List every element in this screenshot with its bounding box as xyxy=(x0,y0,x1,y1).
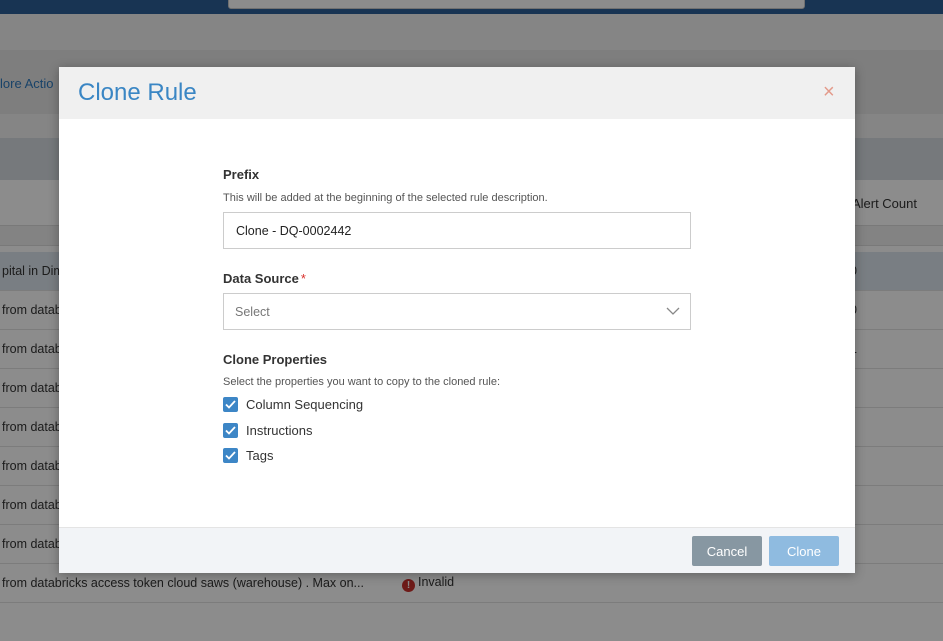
instructions-checkbox[interactable] xyxy=(223,422,238,438)
checkmark-icon xyxy=(225,400,236,409)
data-source-label: Data Source * xyxy=(223,271,691,286)
clone-rule-dialog: Clone Rule × Prefix This will be added a… xyxy=(59,67,855,573)
checkmark-icon xyxy=(225,425,236,435)
prefix-hint: This will be added at the beginning of t… xyxy=(223,192,548,204)
clone-button[interactable]: Clone xyxy=(769,536,839,566)
checkmark-icon xyxy=(225,451,236,460)
data-source-placeholder: Select xyxy=(235,305,270,319)
clone-properties-hint: Select the properties you want to copy t… xyxy=(223,376,500,388)
option-column-sequencing[interactable]: Column Sequencing xyxy=(223,396,691,413)
data-source-label-text: Data Source xyxy=(223,271,299,286)
prefix-section: Prefix This will be added at the beginni… xyxy=(223,167,691,249)
data-source-section: Data Source * Select xyxy=(223,271,691,330)
dialog-footer: Cancel Clone xyxy=(59,527,855,573)
prefix-input[interactable] xyxy=(223,212,691,249)
option-tags[interactable]: Tags xyxy=(223,447,691,464)
clone-properties-options: Column Sequencing Instructions Tags xyxy=(223,396,691,464)
required-indicator: * xyxy=(300,271,306,286)
chevron-down-icon xyxy=(666,307,680,315)
clone-rule-form: Prefix This will be added at the beginni… xyxy=(223,167,691,473)
clone-properties-section: Clone Properties Select the properties y… xyxy=(223,352,691,464)
close-icon[interactable]: × xyxy=(823,82,835,102)
column-sequencing-checkbox[interactable] xyxy=(223,397,238,412)
dialog-header: Clone Rule × xyxy=(59,67,855,119)
tags-checkbox[interactable] xyxy=(223,448,238,463)
clone-properties-label: Clone Properties xyxy=(223,352,328,367)
option-instructions[interactable]: Instructions xyxy=(223,422,691,439)
prefix-label: Prefix xyxy=(223,167,260,182)
option-label: Instructions xyxy=(246,422,313,438)
cancel-button[interactable]: Cancel xyxy=(692,536,762,566)
dialog-title: Clone Rule xyxy=(78,79,197,106)
option-label: Column Sequencing xyxy=(246,397,364,412)
data-source-select[interactable]: Select xyxy=(223,293,691,330)
option-label: Tags xyxy=(246,448,274,463)
